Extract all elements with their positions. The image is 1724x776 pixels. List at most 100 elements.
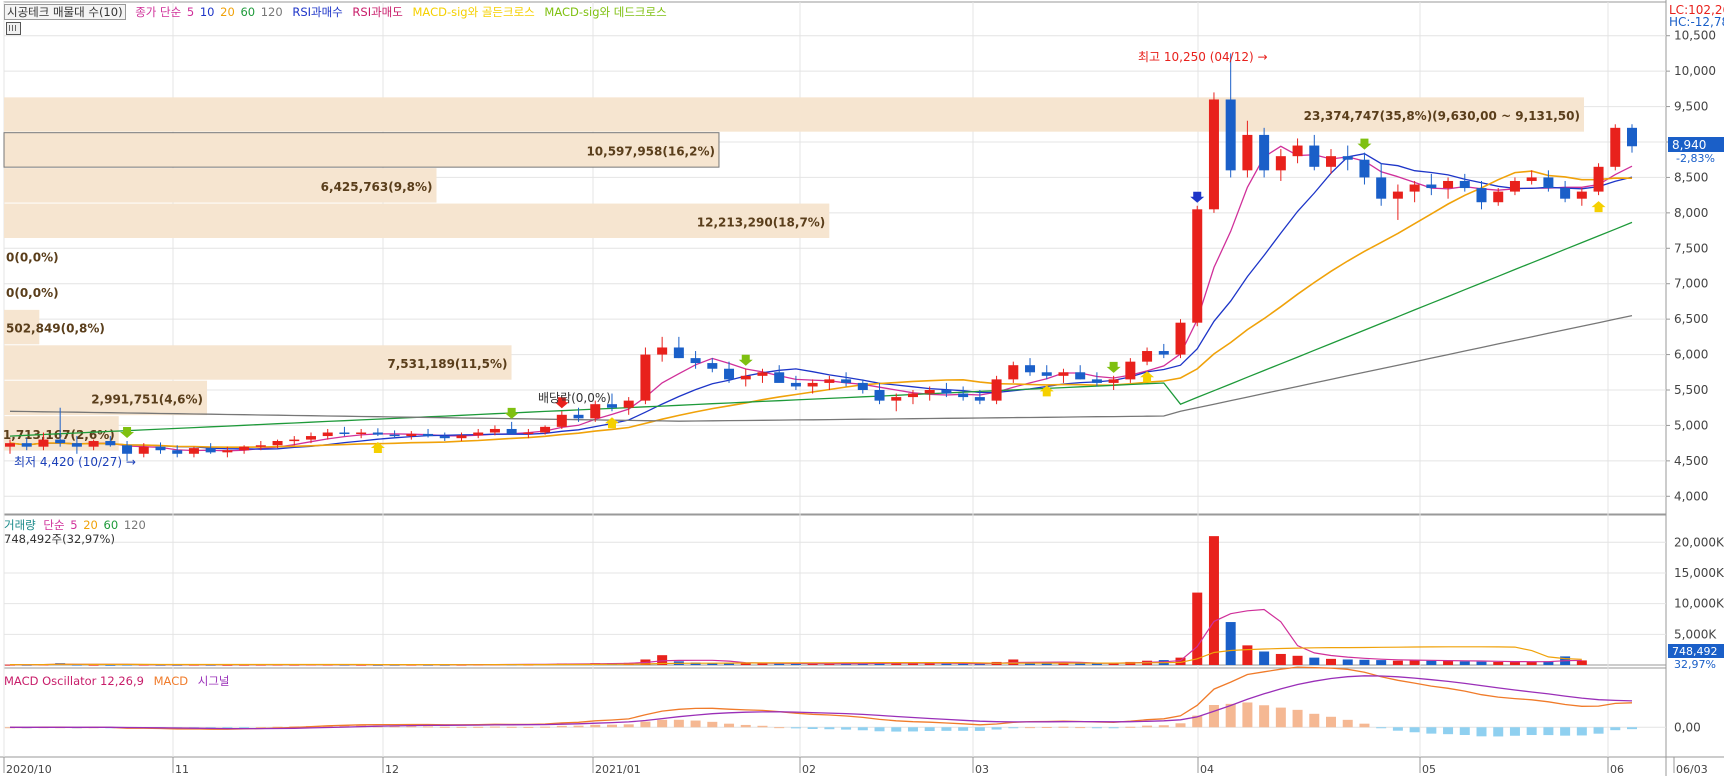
rsi-buy-label[interactable]: RSI과매수 [292, 5, 342, 19]
macd-osc-bar [1309, 713, 1320, 728]
macd-osc-bar [1108, 727, 1119, 729]
macd-osc-bar [1376, 727, 1387, 729]
rsi-sell-label[interactable]: RSI과매도 [352, 5, 402, 19]
candle-body [21, 443, 32, 447]
macd-osc-bar [1443, 727, 1454, 735]
candle-body [690, 358, 701, 364]
candle-body [1342, 156, 1353, 160]
macd-dead-label[interactable]: MACD-sig와 데드크로스 [544, 5, 666, 19]
macd-osc-bar [1142, 725, 1153, 728]
volume-ma120[interactable]: 120 [124, 518, 146, 532]
candle-body [389, 434, 400, 437]
ma5-label[interactable]: 5 [187, 5, 194, 19]
macd-osc-bar [974, 727, 985, 731]
candle-body [724, 368, 735, 380]
candle-body [857, 382, 868, 390]
candle-body [1158, 351, 1169, 355]
candle-body [305, 436, 316, 440]
ma-prefix[interactable]: 종가 단순 [135, 5, 181, 19]
price-tick-label: 8,500 [1674, 170, 1708, 184]
volume-ma20[interactable]: 20 [83, 518, 98, 532]
ma120-label[interactable]: 120 [261, 5, 283, 19]
volume-bar [1426, 660, 1437, 665]
macd-osc-bar [623, 724, 634, 728]
settings-grid-icon[interactable] [6, 22, 21, 35]
macd-osc-bar [1493, 727, 1504, 737]
volume-title[interactable]: 거래량 [4, 518, 36, 532]
candle-body [1259, 134, 1270, 171]
profile-band-label: 0(0,0%) [6, 251, 59, 265]
macd-osc-bar [606, 724, 617, 728]
macd-osc-bar [1560, 727, 1571, 736]
candle-body [1627, 127, 1637, 147]
candle-body [1091, 379, 1102, 383]
volume-bar [1259, 651, 1270, 665]
macd-osc-label[interactable]: MACD Oscillator 12,26,9 [4, 674, 144, 688]
macd-osc-bar [1058, 726, 1069, 728]
macd-osc-bar [1359, 723, 1370, 728]
profile-band-label: 12,213,290(18,7%) [697, 215, 826, 229]
candle-body [623, 400, 634, 408]
macd-osc-bar [891, 727, 902, 732]
ma20-label[interactable]: 20 [220, 5, 235, 19]
macd-osc-bar [857, 727, 868, 731]
candle-body [1476, 188, 1487, 203]
signal-label[interactable]: 시그널 [198, 674, 230, 688]
candle-body [991, 379, 1002, 401]
x-tick-label: 11 [175, 763, 189, 776]
candle-body [1175, 322, 1186, 355]
annotation-high: 최고 10,250 (04/12) → [1138, 50, 1268, 64]
macd-osc-bar [473, 726, 484, 728]
volume-ma60[interactable]: 60 [104, 518, 119, 532]
chart-title[interactable]: 시공테크 매물대 수(10) [4, 4, 126, 20]
candle-body [1292, 145, 1303, 157]
candle-body [1576, 191, 1587, 199]
volume-ma5[interactable]: 5 [70, 518, 77, 532]
volume-profile-bands: 23,374,747(35,8%)(9,630,00 ~ 9,131,50) 10… [3, 97, 1584, 451]
price-tick-label: 5,000 [1674, 418, 1708, 432]
current-price-change: -2,83% [1676, 152, 1715, 165]
candle-body [757, 372, 768, 376]
macd-osc-bar [740, 724, 751, 728]
macd-osc-bar [423, 726, 434, 728]
price-tick-label: 8,000 [1674, 206, 1708, 220]
volume-tick-label: 20,000K [1674, 535, 1724, 549]
volume-bar [1443, 661, 1454, 665]
macd-osc-bar [523, 726, 534, 728]
macd-label[interactable]: MACD [154, 674, 188, 688]
signal-arrow-icon [1591, 201, 1606, 213]
macd-osc-bar [506, 726, 517, 728]
macd-osc-bar [1610, 727, 1621, 731]
volume-ma-prefix[interactable]: 단순 [43, 518, 64, 532]
macd-osc-bar [1008, 727, 1019, 729]
candle-body [590, 404, 601, 419]
volume-bar [1359, 659, 1370, 665]
signal-arrow-icon [504, 407, 519, 419]
volume-bar [1225, 622, 1236, 665]
profile-band-label: 7,531,189(11,5%) [387, 357, 507, 371]
candle-body [122, 445, 133, 454]
candle-body [71, 443, 82, 447]
volume-ma5-line [9, 608, 1582, 666]
candle-body [1610, 127, 1621, 167]
macd-osc-bar [790, 727, 801, 729]
signal-arrow-icon [604, 417, 619, 429]
macd-osc-bar [1392, 727, 1403, 731]
candle-body [1142, 351, 1153, 362]
candle-body [1192, 209, 1203, 323]
ma60-label[interactable]: 60 [240, 5, 255, 19]
candle-body [38, 439, 49, 447]
candle-body [1359, 159, 1370, 178]
ma10-label[interactable]: 10 [200, 5, 215, 19]
macd-osc-bar [907, 727, 918, 732]
candle-body [1309, 145, 1320, 167]
signal-line [10, 675, 1633, 730]
macd-osc-bar [1627, 727, 1637, 730]
price-panel-frame [3, 1, 1667, 515]
candle-body [1225, 99, 1236, 171]
macd-golden-label[interactable]: MACD-sig와 골든크로스 [413, 5, 535, 19]
volume-tick-label: 5,000K [1674, 627, 1717, 641]
x-tick-label: 12 [385, 763, 399, 776]
volume-bar [941, 663, 952, 665]
volume-bar [1208, 536, 1219, 665]
